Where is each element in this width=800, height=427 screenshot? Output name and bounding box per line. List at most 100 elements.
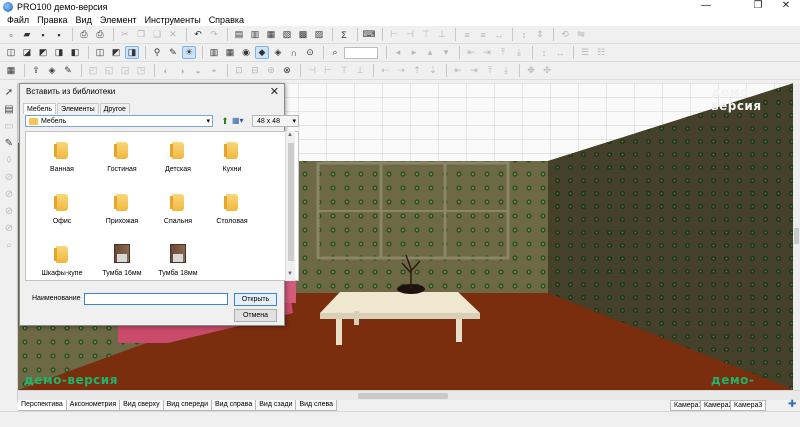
print-icon[interactable]: ⎙	[77, 28, 91, 41]
library-item[interactable]: Гостиная	[96, 132, 148, 182]
dim-left-icon[interactable]: ⇠	[378, 64, 392, 77]
pointer-icon[interactable]: ◈	[271, 46, 285, 59]
lock-element-icon[interactable]: ⊡	[232, 64, 246, 77]
align-left-icon[interactable]: ⊢	[387, 28, 401, 41]
select-arrow-icon[interactable]: ➚	[2, 86, 16, 100]
snap-top-icon[interactable]: ⊤	[337, 64, 351, 77]
dxf-icon[interactable]: ▨	[312, 28, 326, 41]
split-icon[interactable]: ◳	[134, 64, 148, 77]
snap-left-icon[interactable]: ⊣	[305, 64, 319, 77]
hatch3-icon[interactable]: ⊘	[2, 205, 16, 219]
fit-right-icon[interactable]: ⇥	[467, 64, 481, 77]
minimize-button[interactable]: —	[690, 0, 722, 13]
stack-icon[interactable]: ☰	[578, 46, 592, 59]
save-as-icon[interactable]: ▪	[52, 28, 66, 41]
align-top-icon[interactable]: ⊥	[435, 28, 449, 41]
height-icon[interactable]: ↕	[537, 46, 551, 59]
tab-furniture[interactable]: Мебель	[23, 103, 57, 114]
scrollbar-thumb[interactable]	[358, 393, 448, 399]
tab-other[interactable]: Другое	[99, 103, 130, 114]
tab-left-view[interactable]: Вид слева	[296, 400, 338, 411]
viewport-vertical-scrollbar[interactable]	[793, 83, 800, 390]
gap3-icon[interactable]: ⤒	[496, 46, 510, 59]
export-icon[interactable]: ▦	[264, 28, 278, 41]
upload-icon[interactable]: ⇪	[29, 64, 43, 77]
library-item[interactable]: Ванная	[36, 132, 88, 182]
close-button[interactable]: ✕	[770, 0, 800, 13]
library-path-select[interactable]: Мебель ▾	[25, 115, 213, 127]
save-icon[interactable]: ▪	[36, 28, 50, 41]
dim-up-icon[interactable]: ⇡	[410, 64, 424, 77]
line-icon[interactable]: ▭	[2, 120, 16, 134]
same-width-icon[interactable]: ↔	[492, 28, 506, 41]
menu-element[interactable]: Элемент	[96, 15, 141, 25]
print-preview-icon[interactable]: ⎙	[93, 28, 107, 41]
paste-icon[interactable]: ❏	[150, 28, 164, 41]
redo-icon[interactable]: ↷	[207, 28, 221, 41]
tab-right-view[interactable]: Вид справа	[212, 400, 257, 411]
cube-blue-shaded-icon[interactable]: ◩	[109, 46, 123, 59]
cube-render-icon[interactable]: ◧	[68, 46, 82, 59]
move-up-icon[interactable]: ▴	[423, 46, 437, 59]
pan2-icon[interactable]: ✣	[540, 64, 554, 77]
cube-active-icon[interactable]: ◨	[125, 46, 139, 59]
align-center-icon[interactable]: ⊣	[403, 28, 417, 41]
library-item[interactable]: Кухни	[206, 132, 258, 182]
cube-shaded-icon[interactable]: ◩	[36, 46, 50, 59]
eye-icon[interactable]: ◉	[239, 46, 253, 59]
tab-elements[interactable]: Элементы	[57, 103, 99, 114]
pdf-icon[interactable]: ▩	[296, 28, 310, 41]
tab-top-view[interactable]: Вид сверху	[120, 400, 164, 411]
rotate-icon[interactable]: ⟲	[558, 28, 572, 41]
view-mode-icon[interactable]: ▦▾	[232, 115, 248, 127]
width-icon[interactable]: ↔	[553, 46, 567, 59]
gap-icon[interactable]: ⇤	[464, 46, 478, 59]
tab-camera-3[interactable]: Камера3	[730, 400, 767, 411]
dim-right-icon[interactable]: ⇢	[394, 64, 408, 77]
cube-blue-icon[interactable]: ◫	[93, 46, 107, 59]
keyboard-icon[interactable]: ⌨	[362, 28, 376, 41]
menu-tools[interactable]: Инструменты	[141, 15, 205, 25]
material-icon[interactable]: ◈	[45, 64, 59, 77]
snap-icon[interactable]: ◆	[255, 46, 269, 59]
scroll-down-icon[interactable]: ▼	[287, 271, 293, 277]
brush-icon[interactable]: ✎	[61, 64, 75, 77]
zoom-select[interactable]	[344, 46, 378, 59]
tab-axonometry[interactable]: Аксонометрия	[66, 400, 121, 411]
library-item[interactable]: Тумба 18мм	[152, 236, 204, 280]
library-scrollbar[interactable]: ▲ ▼	[285, 131, 295, 281]
tab-perspective[interactable]: Перспектива	[18, 400, 67, 411]
tab-front-view[interactable]: Вид спереди	[163, 400, 213, 411]
texture-icon[interactable]: ▥	[207, 46, 221, 59]
scrollbar-thumb[interactable]	[288, 143, 294, 261]
combine-icon[interactable]: ◲	[118, 64, 132, 77]
undo-icon[interactable]: ↶	[191, 28, 205, 41]
viewport-horizontal-scrollbar[interactable]	[18, 390, 800, 400]
fit-bottom-icon[interactable]: ⤓	[499, 64, 513, 77]
paint-icon[interactable]: ✎	[166, 46, 180, 59]
layer2-icon[interactable]: ◓	[207, 64, 221, 77]
import-icon[interactable]: ▧	[280, 28, 294, 41]
cube-outline-icon[interactable]: ◪	[20, 46, 34, 59]
distribute-h-icon[interactable]: ≡	[460, 28, 474, 41]
folder-up-icon[interactable]: ⬆	[219, 115, 231, 127]
library-add-icon[interactable]: ▥	[248, 28, 262, 41]
hatch4-icon[interactable]: ⊘	[2, 222, 16, 236]
move-right-icon[interactable]: ▸	[407, 46, 421, 59]
dim-down-icon[interactable]: ⇣	[426, 64, 440, 77]
cancel-button[interactable]: Отмена	[234, 309, 277, 322]
target-icon[interactable]: ⊗	[280, 64, 294, 77]
tab-back-view[interactable]: Вид сзади	[256, 400, 297, 411]
layer-icon[interactable]: ◒	[191, 64, 205, 77]
library-item[interactable]: Тумба 16мм	[96, 236, 148, 280]
gap4-icon[interactable]: ⤓	[512, 46, 526, 59]
scroll-up-icon[interactable]: ▲	[287, 132, 293, 138]
snap-bottom-icon[interactable]: ⊥	[353, 64, 367, 77]
align-right-icon[interactable]: ⊤	[419, 28, 433, 41]
drawing-icon[interactable]: ▤	[2, 103, 16, 117]
hatch-icon[interactable]: ⊘	[2, 171, 16, 185]
open-button[interactable]: Открыть	[234, 293, 277, 306]
distribute-v-icon[interactable]: ≡	[476, 28, 490, 41]
move-down-icon[interactable]: ▾	[439, 46, 453, 59]
add-camera-icon[interactable]: ✚	[788, 400, 798, 411]
